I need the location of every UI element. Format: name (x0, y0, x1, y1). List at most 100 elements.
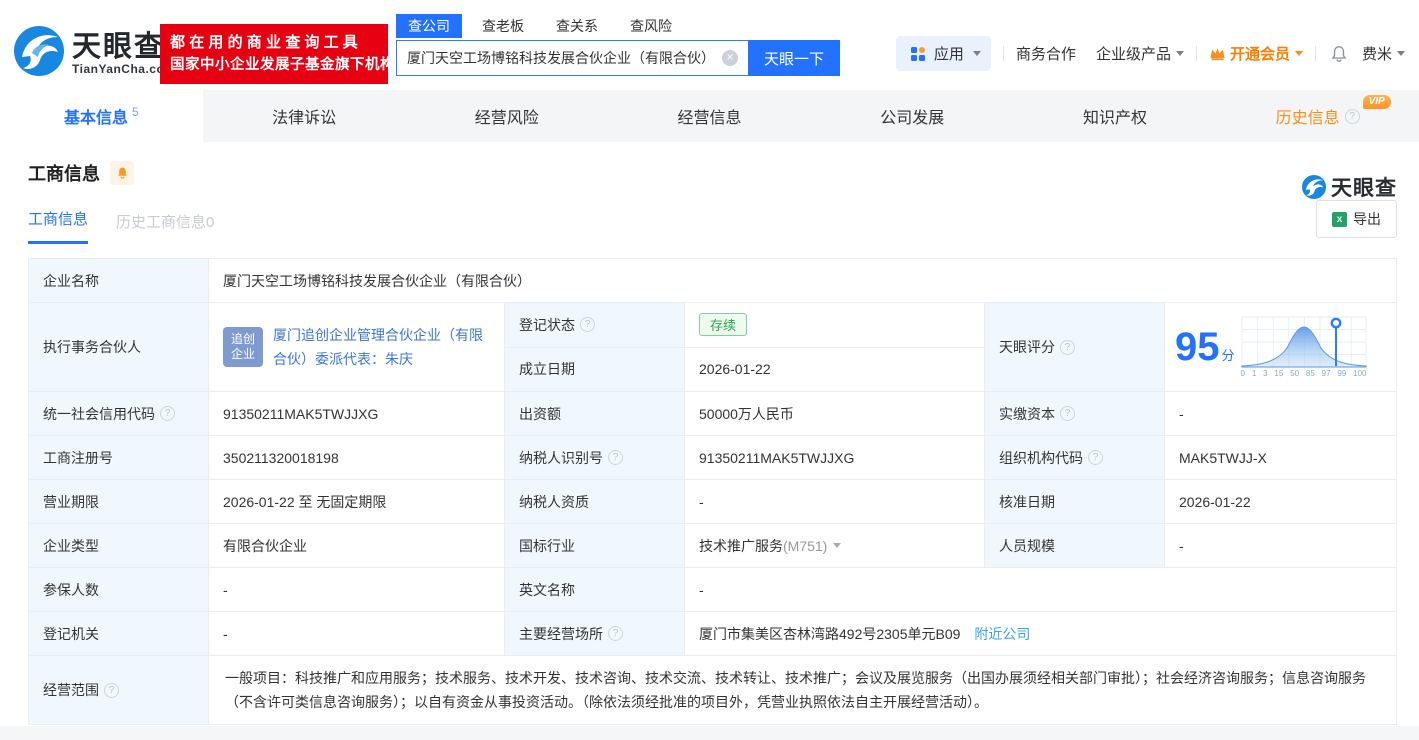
nav-enterprise-products[interactable]: 企业级产品 (1096, 43, 1184, 64)
chevron-down-icon (972, 51, 981, 56)
tab-label: 基本信息 (64, 110, 129, 127)
help-icon[interactable] (580, 317, 595, 333)
vip-badge: VIP (1362, 95, 1391, 109)
help-icon[interactable] (1060, 406, 1075, 421)
paid-capital-value: - (1165, 392, 1396, 435)
taxpayer-quality-value: - (685, 480, 985, 523)
tab-basic-info[interactable]: 基本信息 5 (0, 90, 203, 142)
business-address-cell: 厦门市集美区杏林湾路492号2305单元B09 附近公司 (685, 612, 1396, 655)
field-label: 成立日期 (505, 347, 685, 391)
tab-operation-info[interactable]: 经营信息 (608, 90, 811, 142)
subtab-history-business-info[interactable]: 历史工商信息0 (116, 211, 214, 244)
help-icon[interactable] (104, 682, 119, 698)
status-badge: 存续 (699, 313, 748, 337)
tab-company-development[interactable]: 公司发展 (811, 90, 1014, 142)
help-icon[interactable] (608, 626, 623, 641)
section-title: 工商信息 (28, 164, 100, 184)
executive-partner-cell: 追创 企业 厦门追创企业管理合伙企业（有限合伙）委派代表：朱庆 (209, 303, 505, 391)
search-input[interactable] (396, 40, 748, 76)
score-unit: 分 (1221, 347, 1235, 363)
tab-operation-risk[interactable]: 经营风险 (405, 90, 608, 142)
export-label: 导出 (1353, 211, 1381, 227)
clear-search-icon[interactable] (722, 50, 738, 66)
tab-history-info[interactable]: VIP 历史信息 (1216, 90, 1419, 142)
chevron-down-icon (1397, 51, 1405, 56)
notification-bell-icon[interactable] (1330, 44, 1348, 63)
help-icon[interactable] (1060, 339, 1075, 355)
field-label: 国标行业 (505, 524, 685, 567)
watermark-text: 天眼查 (1331, 177, 1397, 200)
search-tab-boss[interactable]: 查老板 (470, 14, 536, 38)
crown-icon (1210, 48, 1225, 61)
executive-partner-link[interactable]: 厦门追创企业管理合伙企业（有限合伙）委派代表：朱庆 (273, 323, 490, 371)
search-tab-risk[interactable]: 查风险 (618, 14, 684, 38)
search-area: 查公司 查老板 查关系 查风险 天眼一下 (396, 14, 846, 76)
help-icon[interactable] (1344, 108, 1360, 124)
table-row: 执行事务合伙人 追创 企业 厦门追创企业管理合伙企业（有限合伙）委派代表：朱庆 … (29, 303, 1396, 392)
search-button[interactable]: 天眼一下 (748, 40, 840, 76)
field-label: 主要经营场所 (505, 612, 685, 655)
tianyancha-logo[interactable]: 天眼查 TianYanCha.com (12, 24, 175, 83)
table-row: 登记机关 - 主要经营场所 厦门市集美区杏林湾路492号2305单元B09 附近… (29, 612, 1396, 656)
table-row: 参保人数 - 英文名称 - (29, 568, 1396, 612)
nearby-companies-link[interactable]: 附近公司 (974, 624, 1030, 644)
user-name: 费米 (1361, 46, 1392, 63)
brand-slogan-banner: 都在用的商业查询工具 国家中小企业发展子基金旗下机构 (160, 24, 395, 84)
industry-value[interactable]: 技术推广服务 (M751) (685, 524, 985, 567)
tab-intellectual-property[interactable]: 知识产权 (1014, 90, 1217, 142)
reg-authority-value: - (209, 612, 505, 655)
subtab-business-info[interactable]: 工商信息 (28, 208, 89, 244)
company-type-value: 有限合伙企业 (209, 524, 505, 567)
field-label: 实缴资本 (985, 392, 1165, 435)
nav-cooperation[interactable]: 商务合作 (1016, 43, 1076, 64)
score-axis-labels: 01 3 15 50 85 97 99 100 (1240, 369, 1367, 378)
table-row: 经营范围 一般项目：科技推广和应用服务；技术服务、技术开发、技术咨询、技术交流、… (29, 656, 1396, 725)
field-label: 纳税人资质 (505, 480, 685, 523)
field-label: 登记机关 (29, 612, 209, 655)
score-cell: 95 分 0 1 3 15 50 85 97 99 100 (1165, 303, 1396, 391)
apps-label: 应用 (933, 46, 964, 63)
help-icon[interactable] (608, 450, 623, 465)
table-row: 工商注册号 350211320018198 纳税人识别号 91350211MAK… (29, 436, 1396, 480)
field-label: 营业期限 (29, 480, 209, 523)
subscribe-bell-icon[interactable] (110, 161, 134, 185)
chevron-down-icon (833, 543, 842, 548)
page-header: 天眼查 TianYanCha.com 都在用的商业查询工具 国家中小企业发展子基… (0, 0, 1419, 90)
divider (1195, 46, 1197, 61)
search-tab-company[interactable]: 查公司 (396, 14, 462, 38)
establish-date-value: 2026-01-22 (685, 347, 984, 391)
export-button[interactable]: 导出 (1316, 200, 1397, 238)
taxpayer-id-value: 91350211MAK5TWJJXG (685, 436, 985, 479)
subtab-row: 工商信息 历史工商信息0 导出 (28, 200, 1397, 244)
tab-count: 5 (132, 105, 139, 119)
field-label: 核准日期 (985, 480, 1165, 523)
help-icon[interactable] (1088, 450, 1103, 465)
field-label: 人员规模 (985, 524, 1165, 567)
table-row: 企业类型 有限合伙企业 国标行业 技术推广服务 (M751) 人员规模 - (29, 524, 1396, 568)
divider (1314, 46, 1316, 61)
business-info-section: 天眼查 工商信息 工商信息 历史工商信息0 导出 企业名称 厦门天空工场博铭科技… (0, 160, 1419, 725)
score-value: 95 (1175, 325, 1220, 369)
company-tab-bar: 基本信息 5 法律诉讼 经营风险 经营信息 公司发展 知识产权 VIP 历史信息 (0, 90, 1419, 142)
apps-menu[interactable]: 应用 (895, 36, 991, 71)
nav-open-vip[interactable]: 开通会员 (1209, 43, 1303, 64)
business-address-value: 厦门市集美区杏林湾路492号2305单元B09 (699, 625, 961, 642)
slogan-line1: 都在用的商业查询工具 (170, 34, 363, 51)
field-label: 英文名称 (505, 568, 685, 611)
reg-status-cell: 存续 (685, 303, 984, 347)
nav-user-menu[interactable]: 费米 (1362, 43, 1405, 64)
avatar[interactable]: 追创 企业 (223, 327, 263, 367)
tab-legal-litigation[interactable]: 法律诉讼 (203, 90, 406, 142)
business-scope-value: 一般项目：科技推广和应用服务；技术服务、技术开发、技术咨询、技术交流、技术转让、… (209, 656, 1396, 724)
company-name-value: 厦门天空工场博铭科技发展合伙企业（有限合伙） (209, 259, 1396, 302)
vip-label: 开通会员 (1229, 46, 1290, 63)
search-tabs: 查公司 查老板 查关系 查风险 (396, 14, 846, 38)
field-label: 企业类型 (29, 524, 209, 567)
divider (1002, 46, 1004, 61)
excel-icon (1332, 211, 1347, 227)
search-tab-relation[interactable]: 查关系 (544, 14, 610, 38)
tab-label: 经营信息 (677, 110, 742, 127)
field-label: 企业名称 (29, 259, 209, 302)
tianyancha-swirl-icon (1301, 174, 1327, 200)
help-icon[interactable] (160, 406, 175, 421)
